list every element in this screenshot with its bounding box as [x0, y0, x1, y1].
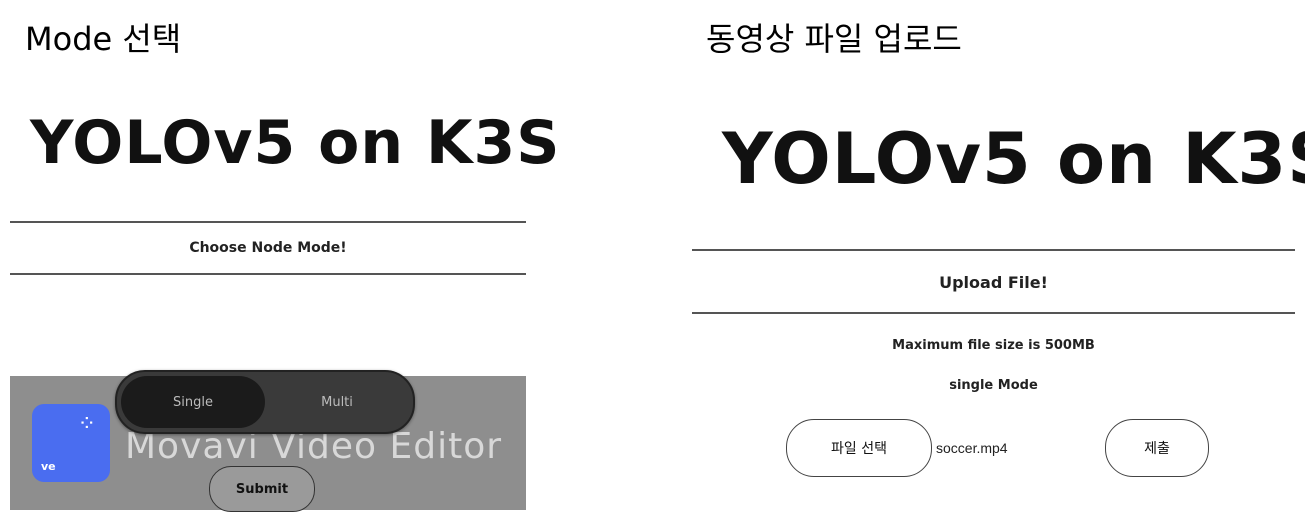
- page-title: YOLOv5 on K3S: [722, 118, 1305, 200]
- max-file-size-note: Maximum file size is 500MB: [892, 338, 1095, 353]
- divider: [10, 221, 526, 223]
- selected-file-name: soccer.mp4: [936, 440, 1008, 456]
- logo-text: ve: [41, 460, 56, 473]
- submit-button[interactable]: 제출: [1105, 419, 1209, 477]
- left-caption: Mode 선택: [25, 20, 182, 58]
- divider: [692, 249, 1295, 251]
- toggle-option-multi[interactable]: Multi: [265, 376, 409, 428]
- section-heading: Upload File!: [939, 273, 1048, 292]
- movavi-logo-icon: ⁘ ve: [32, 404, 110, 482]
- section-heading: Choose Node Mode!: [189, 240, 347, 256]
- divider: [10, 273, 526, 275]
- node-mode-toggle[interactable]: Single Multi: [115, 370, 415, 434]
- toggle-option-single[interactable]: Single: [121, 376, 265, 428]
- choose-file-button[interactable]: 파일 선택: [786, 419, 932, 477]
- page-title: YOLOv5 on K3S: [30, 108, 561, 178]
- divider: [692, 312, 1295, 314]
- dots-icon: ⁘: [77, 412, 96, 437]
- submit-button[interactable]: Submit: [209, 466, 315, 512]
- right-caption: 동영상 파일 업로드: [706, 20, 962, 58]
- mode-note: single Mode: [949, 378, 1038, 393]
